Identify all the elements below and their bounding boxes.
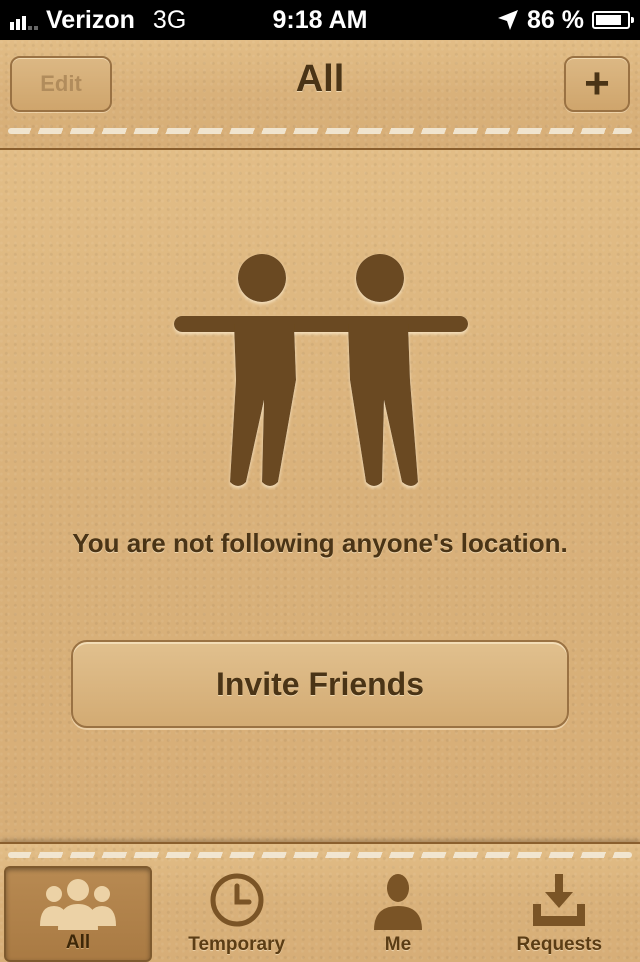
tab-bar: All Temporary Me Requests: [0, 842, 640, 962]
tab-label: Requests: [516, 934, 603, 955]
tab-label: Me: [384, 934, 412, 955]
stitching-decoration: [8, 852, 632, 858]
battery-icon: [592, 11, 634, 29]
tab-all[interactable]: All: [4, 866, 152, 962]
page-title: All: [295, 58, 345, 100]
status-bar: Verizon 3G 9:18 AM 86 %: [0, 0, 640, 40]
clock-icon: [210, 873, 264, 927]
battery-fill: [596, 15, 622, 25]
tab-label: All: [65, 932, 91, 953]
battery-percent: 86 %: [527, 5, 584, 34]
carrier-name: Verizon: [46, 5, 135, 34]
location-arrow-icon: [498, 10, 519, 30]
friends-group-icon: [40, 879, 116, 930]
status-right: 86 %: [497, 5, 634, 35]
stitching-decoration: [8, 128, 632, 134]
tab-temporary[interactable]: Temporary: [156, 866, 317, 962]
empty-state-message: You are not following anyone's location.: [72, 528, 568, 558]
tab-list: All Temporary Me Requests: [0, 866, 640, 962]
network-type: 3G: [152, 5, 187, 34]
status-left: Verizon 3G: [10, 6, 186, 35]
tab-requests[interactable]: Requests: [479, 866, 640, 962]
tab-label: Temporary: [188, 934, 286, 955]
main-content: You are not following anyone's location.…: [0, 150, 640, 842]
tab-me[interactable]: Me: [317, 866, 478, 962]
signal-strength-icon: [10, 10, 38, 30]
invite-friends-button[interactable]: Invite Friends: [71, 640, 569, 728]
person-icon: [373, 874, 422, 930]
add-friend-button[interactable]: +: [564, 56, 630, 112]
navigation-bar: Edit All +: [0, 40, 640, 150]
find-friends-icon: [174, 254, 468, 486]
inbox-download-icon: [533, 874, 586, 926]
